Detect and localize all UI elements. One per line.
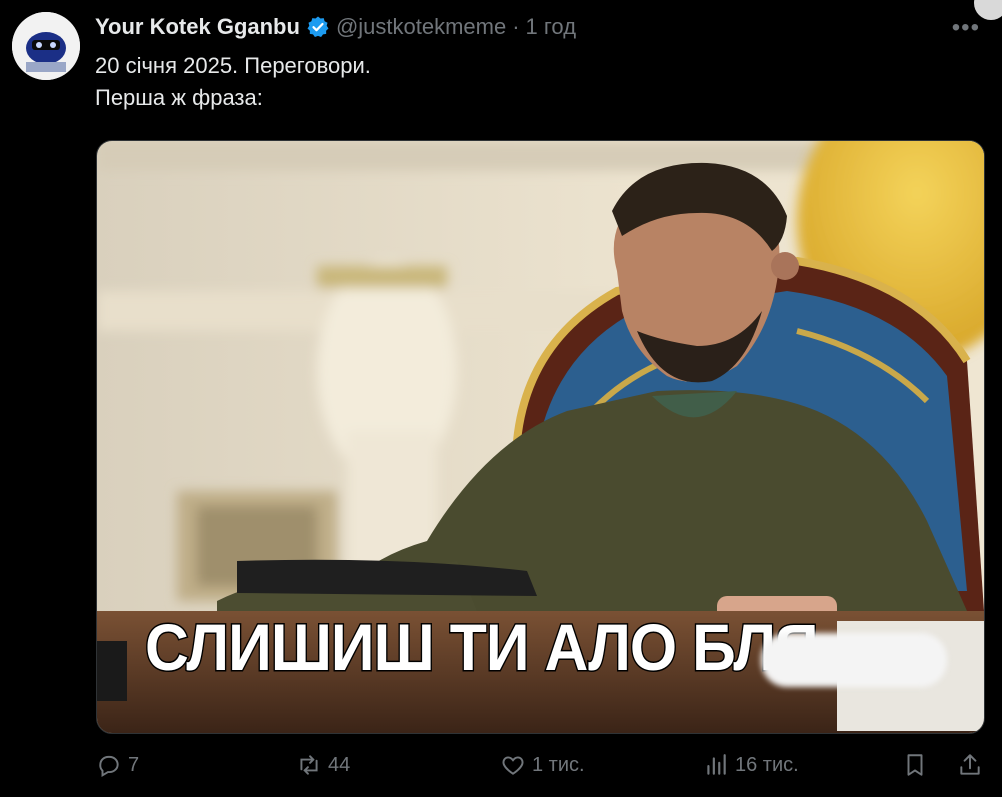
verified-badge-icon — [307, 16, 329, 37]
tweet-media-image[interactable]: СЛИШИШ ТИ АЛО БЛЯ — [96, 140, 985, 734]
repost-icon — [300, 755, 318, 775]
share-icon — [960, 754, 980, 775]
bookmark-button[interactable] — [902, 752, 928, 778]
censor-blur — [761, 633, 947, 687]
meme-caption: СЛИШИШ ТИ АЛО БЛЯ — [144, 609, 820, 686]
repost-count: 44 — [328, 753, 351, 776]
reply-button[interactable]: 7 — [96, 752, 139, 778]
like-count: 1 тис. — [532, 753, 585, 776]
like-icon — [502, 756, 524, 775]
views-button[interactable]: 16 тис. — [703, 752, 799, 778]
more-icon[interactable]: ••• — [952, 14, 980, 42]
bookmark-icon — [907, 754, 923, 776]
share-button[interactable] — [957, 752, 983, 778]
tweet-text-line-1: 20 січня 2025. Переговори. — [95, 53, 371, 78]
tweet-text: 20 січня 2025. Переговори. Перша ж фраза… — [95, 50, 371, 114]
meta-separator: · — [512, 14, 520, 39]
avatar[interactable] — [12, 12, 80, 80]
avatar-image — [12, 12, 80, 80]
reply-count: 7 — [128, 753, 140, 776]
reply-icon — [99, 755, 119, 778]
tweet-header: Your Kotek Gganbu @justkotekmeme · 1 год — [95, 10, 576, 44]
author-handle[interactable]: @justkotekmeme — [336, 14, 506, 40]
tweet-actions: 7 44 1 тис. 16 тис. — [0, 752, 1002, 792]
tweet-text-line-2: Перша ж фраза: — [95, 85, 263, 110]
like-button[interactable]: 1 тис. — [500, 752, 585, 778]
author-name[interactable]: Your Kotek Gganbu — [95, 14, 300, 40]
views-count: 16 тис. — [735, 753, 799, 776]
repost-button[interactable]: 44 — [296, 752, 350, 778]
views-icon — [707, 754, 726, 775]
post-time[interactable]: 1 год — [526, 14, 576, 40]
